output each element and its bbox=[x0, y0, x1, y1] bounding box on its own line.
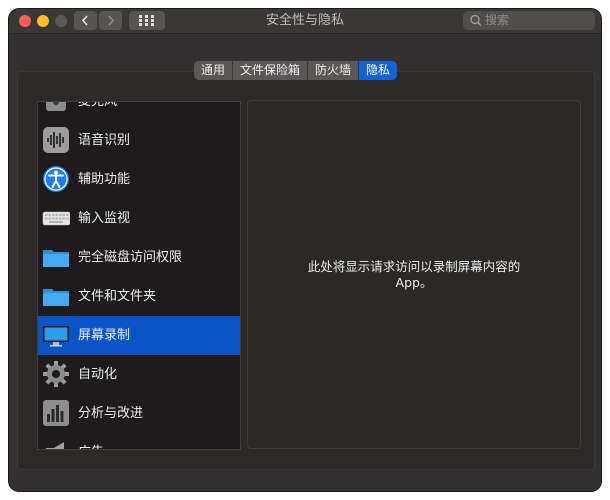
privacy-category-list[interactable]: 麦克风 语音识别 辅助功能 输入监视 完全磁盘访问权限 文件和文件夹 屏幕录制 … bbox=[37, 101, 241, 450]
sidebar-item-label: 辅助功能 bbox=[78, 172, 131, 187]
tab-firewall[interactable]: 防火墙 bbox=[308, 61, 360, 80]
megaphone-icon bbox=[46, 442, 64, 449]
sidebar-item-label: 屏幕录制 bbox=[78, 328, 131, 343]
sidebar-item-screen-recording[interactable]: 屏幕录制 bbox=[38, 316, 240, 355]
sidebar-item-advertising[interactable]: 广告 bbox=[38, 433, 240, 449]
title-bar: 安全性与隐私 搜索 bbox=[9, 9, 601, 34]
search-placeholder: 搜索 bbox=[485, 13, 510, 27]
search-field[interactable]: 搜索 bbox=[463, 11, 595, 30]
tab-general[interactable]: 通用 bbox=[194, 61, 234, 80]
tab-filevault[interactable]: 文件保险箱 bbox=[233, 61, 309, 80]
accessibility-icon bbox=[43, 166, 69, 192]
search-icon bbox=[470, 14, 482, 27]
sidebar-item-speech-recognition[interactable]: 语音识别 bbox=[38, 121, 240, 160]
chart-icon bbox=[43, 400, 69, 426]
gear-icon bbox=[43, 361, 69, 387]
sidebar-item-label: 广告 bbox=[78, 433, 104, 449]
empty-state-message: 此处将显示请求访问以录制屏幕内容的 App。 bbox=[307, 259, 521, 290]
folder-icon bbox=[43, 289, 69, 306]
sidebar-item-automation[interactable]: 自动化 bbox=[38, 355, 240, 394]
app-list-area: 此处将显示请求访问以录制屏幕内容的 App。 bbox=[247, 100, 581, 449]
sidebar-item-files-and-folders[interactable]: 文件和文件夹 bbox=[38, 277, 240, 316]
sidebar-item-label: 输入监视 bbox=[78, 211, 131, 226]
sidebar-item-label: 麦克风 bbox=[78, 101, 118, 109]
sidebar-item-label: 自动化 bbox=[78, 367, 118, 382]
sidebar-item-analytics[interactable]: 分析与改进 bbox=[38, 394, 240, 433]
tab-bar: 通用 文件保险箱 防火墙 隐私 bbox=[194, 61, 398, 80]
speech-recognition-icon bbox=[43, 127, 69, 153]
preferences-window: 安全性与隐私 搜索 通用 文件保险箱 防火墙 隐私 麦克风 语音识别 辅助功能 … bbox=[9, 9, 601, 491]
display-icon bbox=[43, 326, 69, 347]
folder-icon bbox=[43, 250, 69, 267]
sidebar-item-accessibility[interactable]: 辅助功能 bbox=[38, 160, 240, 199]
sidebar-item-label: 分析与改进 bbox=[78, 406, 144, 421]
microphone-icon bbox=[46, 102, 66, 111]
keyboard-icon bbox=[42, 211, 70, 226]
tab-privacy[interactable]: 隐私 bbox=[359, 61, 398, 80]
sidebar-item-label: 完全磁盘访问权限 bbox=[78, 250, 183, 265]
sidebar-item-input-monitoring[interactable]: 输入监视 bbox=[38, 199, 240, 238]
sidebar-item-microphone[interactable]: 麦克风 bbox=[38, 101, 240, 121]
sidebar-item-label: 语音识别 bbox=[78, 133, 131, 148]
sidebar-item-label: 文件和文件夹 bbox=[78, 289, 157, 304]
sidebar-item-full-disk-access[interactable]: 完全磁盘访问权限 bbox=[38, 238, 240, 277]
